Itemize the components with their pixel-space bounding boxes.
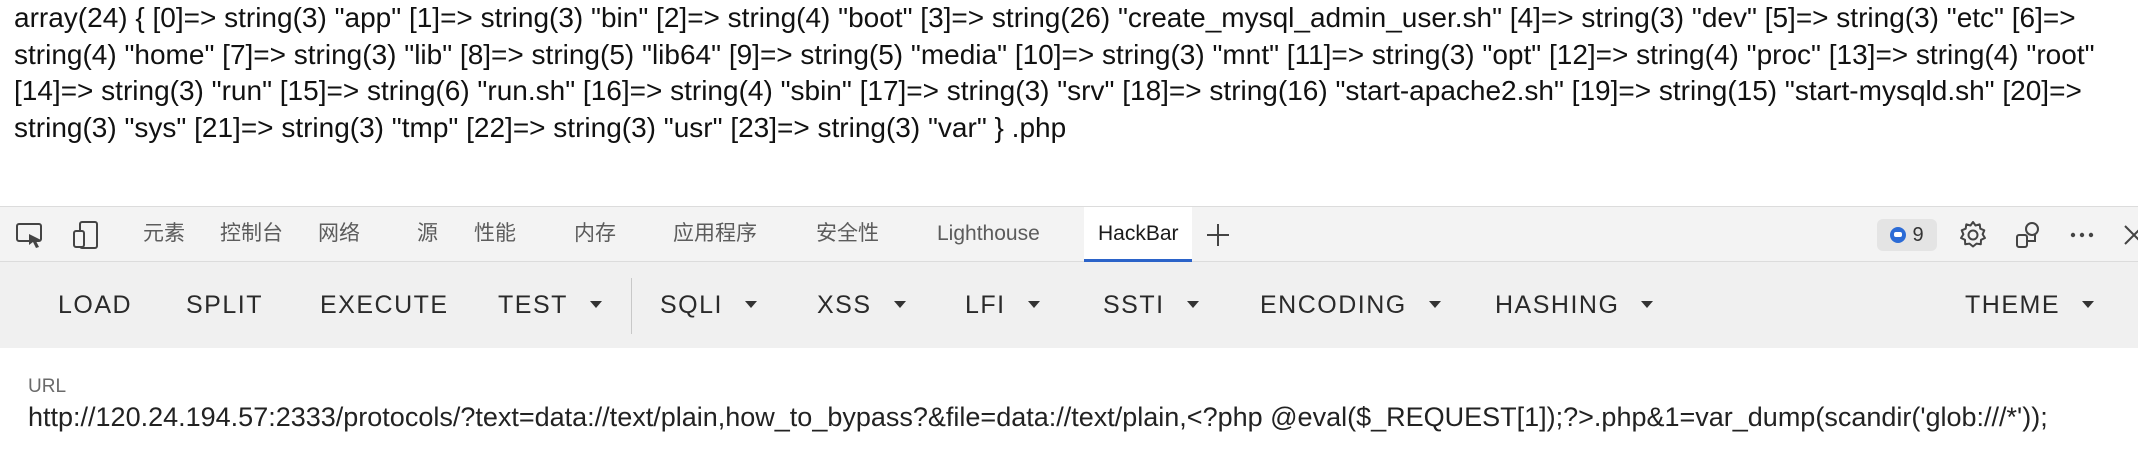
device-emulation-icon[interactable] [70,219,102,251]
sqli-dropdown[interactable]: SQLI [660,262,757,348]
test-dropdown-label: TEST [498,291,568,319]
tab-console[interactable]: 控制台 [220,207,283,261]
split-button[interactable]: SPLIT [186,262,263,348]
more-options-icon[interactable] [2066,219,2098,251]
encoding-dropdown-label: ENCODING [1260,291,1407,319]
url-label: URL [28,376,67,397]
load-button-label: LOAD [58,291,133,319]
hackbar-toolbar: LOAD SPLIT EXECUTE TEST SQLI XSS LFI SST… [0,262,2138,348]
issues-icon [1890,227,1907,243]
theme-dropdown[interactable]: THEME [1965,262,2094,348]
chevron-down-icon [893,300,906,308]
test-dropdown[interactable]: TEST [498,262,602,348]
issues-badge[interactable]: 9 [1877,219,1937,251]
tab-application[interactable]: 应用程序 [673,207,757,261]
tab-network[interactable]: 网络 [318,207,360,261]
hashing-dropdown[interactable]: HASHING [1495,262,1654,348]
connect-devices-icon[interactable] [2012,219,2044,251]
chevron-down-icon [1027,300,1040,308]
tab-memory[interactable]: 内存 [574,207,616,261]
sqli-dropdown-label: SQLI [660,291,723,319]
tab-security[interactable]: 安全性 [816,207,879,261]
chevron-down-icon [1428,300,1441,308]
split-button-label: SPLIT [186,291,263,319]
inspect-element-icon[interactable] [14,219,46,251]
tab-hackbar[interactable]: HackBar [1098,207,1179,261]
execute-button-label: EXECUTE [320,291,449,319]
chevron-down-icon [2082,300,2094,308]
issues-count: 9 [1912,223,1924,246]
tab-sources[interactable]: 源 [417,207,438,261]
chevron-down-icon [589,300,602,308]
close-icon[interactable] [2118,219,2138,251]
url-input[interactable]: http://120.24.194.57:2333/protocols/?tex… [28,402,2048,433]
xss-dropdown-label: XSS [817,291,872,319]
add-tab-icon[interactable] [1202,219,1234,251]
ssti-dropdown-label: SSTI [1103,291,1165,319]
chevron-down-icon [744,300,757,308]
chevron-down-icon [1641,300,1654,308]
encoding-dropdown[interactable]: ENCODING [1260,262,1441,348]
xss-dropdown[interactable]: XSS [817,262,906,348]
lfi-dropdown-label: LFI [965,291,1006,319]
tab-elements[interactable]: 元素 [143,207,185,261]
devtools-tab-bar: 元素 控制台 网络 源 性能 内存 应用程序 安全性 Lighthouse Ha… [0,206,2138,262]
ssti-dropdown[interactable]: SSTI [1103,262,1199,348]
toolbar-divider [631,278,632,334]
chevron-down-icon [1186,300,1199,308]
page-output-text: array(24) { [0]=> string(3) "app" [1]=> … [14,2,2095,143]
execute-button[interactable]: EXECUTE [320,262,449,348]
tab-lighthouse[interactable]: Lighthouse [937,207,1040,261]
gear-icon[interactable] [1957,219,1989,251]
tab-performance[interactable]: 性能 [474,207,516,261]
hashing-dropdown-label: HASHING [1495,291,1620,319]
load-button[interactable]: LOAD [58,262,132,348]
theme-dropdown-label: THEME [1965,291,2060,319]
lfi-dropdown[interactable]: LFI [965,262,1040,348]
